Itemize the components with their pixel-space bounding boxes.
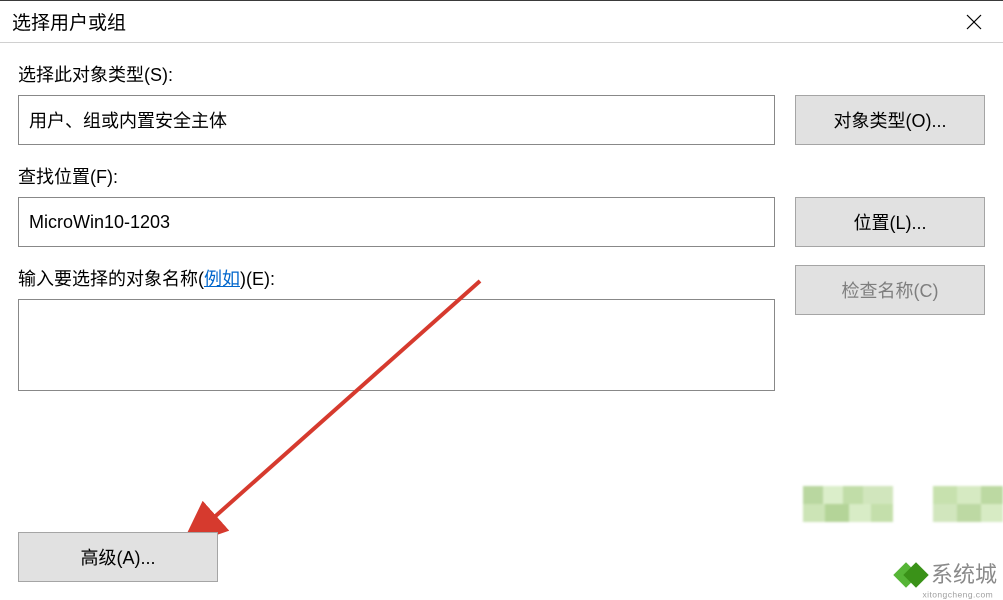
watermark-diamond-icon-2 bbox=[903, 562, 928, 587]
object-type-value: 用户、组或内置安全主体 bbox=[29, 107, 227, 133]
object-names-label-suffix: )(E): bbox=[240, 269, 275, 289]
check-names-button-label: 检查名称(C) bbox=[842, 277, 939, 303]
location-label: 查找位置(F): bbox=[18, 163, 775, 189]
object-type-label: 选择此对象类型(S): bbox=[18, 61, 775, 87]
watermark-url: xitongcheng.com bbox=[922, 591, 993, 600]
object-names-input[interactable] bbox=[18, 299, 775, 391]
object-types-button[interactable]: 对象类型(O)... bbox=[795, 95, 985, 145]
object-types-button-label: 对象类型(O)... bbox=[834, 107, 947, 133]
object-names-label-prefix: 输入要选择的对象名称( bbox=[18, 269, 204, 289]
mosaic-block bbox=[803, 486, 893, 522]
object-type-field: 用户、组或内置安全主体 bbox=[18, 95, 775, 145]
object-names-left: 输入要选择的对象名称(例如)(E): bbox=[18, 265, 775, 391]
window-title: 选择用户或组 bbox=[12, 8, 126, 35]
object-type-row: 选择此对象类型(S): 用户、组或内置安全主体 对象类型(O)... bbox=[18, 61, 985, 145]
object-type-left: 选择此对象类型(S): 用户、组或内置安全主体 bbox=[18, 61, 775, 145]
locations-button-label: 位置(L)... bbox=[853, 209, 926, 235]
titlebar: 选择用户或组 bbox=[0, 1, 1003, 43]
location-left: 查找位置(F): MicroWin10-1203 bbox=[18, 163, 775, 247]
watermark-logo: 系统城 bbox=[897, 564, 997, 586]
check-names-button: 检查名称(C) bbox=[795, 265, 985, 315]
dialog-window: 选择用户或组 选择此对象类型(S): 用户、组或内置安全主体 对象类型(O)..… bbox=[0, 0, 1003, 594]
mosaic-block-2 bbox=[933, 486, 1003, 522]
object-names-label: 输入要选择的对象名称(例如)(E): bbox=[18, 265, 775, 291]
dialog-footer: 高级(A)... bbox=[0, 532, 236, 582]
location-row: 查找位置(F): MicroWin10-1203 位置(L)... bbox=[18, 163, 985, 247]
watermark-diamond-icon bbox=[893, 562, 918, 587]
advanced-button-label: 高级(A)... bbox=[81, 544, 156, 570]
object-names-row: 输入要选择的对象名称(例如)(E): 检查名称(C) bbox=[18, 265, 985, 391]
locations-button[interactable]: 位置(L)... bbox=[795, 197, 985, 247]
dialog-content: 选择此对象类型(S): 用户、组或内置安全主体 对象类型(O)... 查找位置(… bbox=[0, 43, 1003, 391]
close-icon bbox=[966, 14, 982, 30]
location-value: MicroWin10-1203 bbox=[29, 212, 170, 233]
advanced-button[interactable]: 高级(A)... bbox=[18, 532, 218, 582]
close-button[interactable] bbox=[945, 1, 1003, 42]
examples-link[interactable]: 例如 bbox=[204, 269, 240, 289]
watermark-text: 系统城 bbox=[931, 564, 997, 586]
location-field: MicroWin10-1203 bbox=[18, 197, 775, 247]
